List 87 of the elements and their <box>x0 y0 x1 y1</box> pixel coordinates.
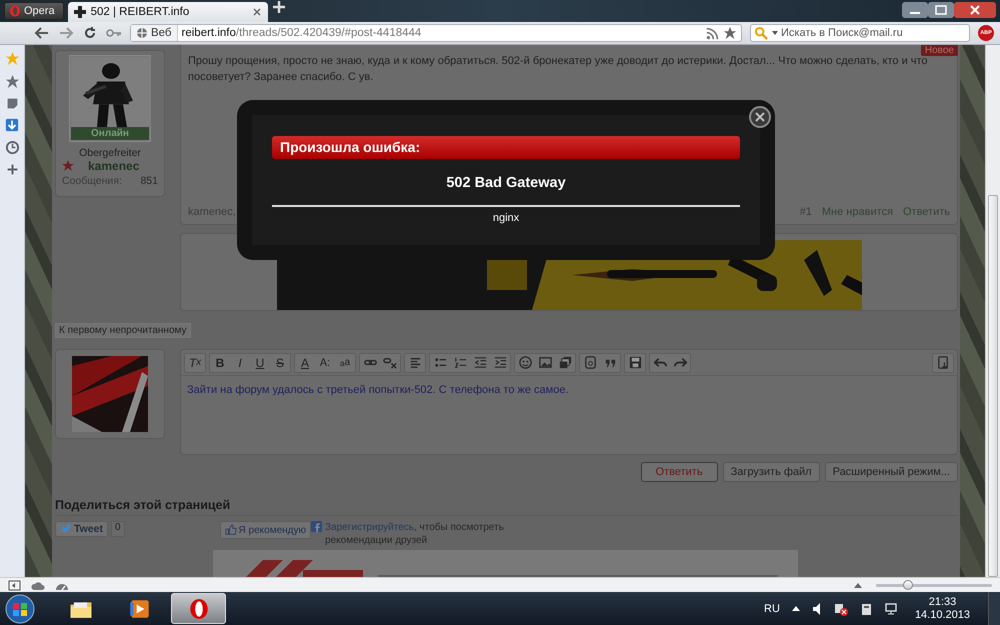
image-icon <box>538 355 552 370</box>
media-icon <box>558 355 572 370</box>
search-icon <box>754 26 769 40</box>
clock-date[interactable]: 14.10.2013 <box>914 608 970 622</box>
star-icon[interactable] <box>4 51 20 66</box>
size-button[interactable]: A: <box>315 354 335 372</box>
web-label: Веб <box>151 27 172 39</box>
indent-icon <box>492 355 508 370</box>
close-icon[interactable] <box>252 7 262 17</box>
bird-icon <box>60 524 72 534</box>
search-input[interactable]: Искать в Поиск@mail.ru <box>781 27 966 39</box>
tweet-button[interactable]: Tweet <box>55 521 108 537</box>
facebook-note: Зарегистрируйтесь, чтобы посмотреть рекомендации друзей <box>325 521 505 547</box>
star-icon[interactable] <box>723 26 737 40</box>
forward-icon[interactable] <box>58 25 74 41</box>
clipboard-icon[interactable] <box>860 602 873 616</box>
opera-menu-button[interactable]: Opera <box>4 2 64 20</box>
document-icon <box>936 355 950 370</box>
globe-icon <box>136 27 148 39</box>
form-button[interactable]: Расширенный режим... <box>824 462 958 482</box>
caret-icon[interactable] <box>792 606 800 611</box>
rss-icon[interactable] <box>706 26 719 40</box>
post-action-link[interactable]: Мне нравится <box>822 206 893 218</box>
plus-icon[interactable] <box>6 163 18 176</box>
note-icon[interactable] <box>6 97 18 110</box>
underline-button[interactable]: U <box>250 354 270 372</box>
cross-icon <box>74 6 86 18</box>
save-icon <box>628 355 642 370</box>
smiley-icon <box>518 355 532 370</box>
italic-button[interactable]: I <box>230 354 250 372</box>
message-text: Зайти на форум удалось с третьей попытки-502. С телефона то же самое. <box>186 383 570 398</box>
server-name: nginx <box>492 212 520 224</box>
recommend-button[interactable]: Я рекомендую <box>220 521 312 539</box>
error-heading: 502 Bad Gateway <box>446 175 566 191</box>
scrollbar[interactable] <box>985 45 1000 577</box>
outdent-icon <box>472 355 488 370</box>
maximize-icon[interactable] <box>928 2 954 18</box>
register-link[interactable]: Зарегистрируйтесь <box>325 522 414 533</box>
minimize-icon[interactable] <box>902 2 928 18</box>
user-rank: Obergefreiter <box>79 147 141 159</box>
network-icon[interactable] <box>834 602 848 616</box>
online-status: Онлайн <box>71 127 149 140</box>
facebook-icon <box>311 521 322 532</box>
new-badge: Новое <box>920 45 958 56</box>
back-icon[interactable] <box>34 25 50 41</box>
speaker-icon[interactable] <box>812 602 822 616</box>
clock-time[interactable]: 21:33 <box>928 596 956 608</box>
numbers-icon <box>452 355 468 370</box>
star-icon <box>62 160 74 172</box>
form-button[interactable]: Ответить <box>640 462 718 482</box>
language-indicator[interactable]: RU <box>764 602 780 614</box>
form-button[interactable]: Загрузить файл <box>722 462 820 482</box>
error-title: Произошла ошибка: <box>272 136 740 159</box>
cloud-icon[interactable] <box>31 580 45 590</box>
first-unread-link[interactable]: К первому непрочитанному <box>55 323 190 338</box>
caret-icon[interactable] <box>772 31 778 35</box>
panel-icon[interactable] <box>8 580 21 590</box>
reload-icon[interactable] <box>82 25 98 41</box>
bold-button[interactable]: B <box>210 354 230 372</box>
post-action-link[interactable]: Ответить <box>902 206 950 218</box>
messages-count: 851 <box>140 175 158 187</box>
slider-thumb[interactable] <box>903 580 914 590</box>
share-heading: Поделиться этой страницей <box>55 498 958 516</box>
strike-button[interactable]: S <box>270 354 290 372</box>
media-player-icon <box>128 598 152 620</box>
clock-icon[interactable] <box>4 140 20 155</box>
thumbs-up-icon <box>224 524 237 536</box>
zoom-slider[interactable] <box>876 580 992 590</box>
close-icon[interactable] <box>954 2 996 18</box>
close-icon[interactable] <box>749 106 771 128</box>
monitor-icon[interactable] <box>884 602 897 615</box>
opera-logo-icon <box>9 5 21 17</box>
post-text: Прошу прощения, просто не знаю, куда и к кому обратиться. 502-й бронекатер уже доводит до истерики. Достал... Что можно сделать, кто и что посоветует? Заранее спасибо. С ув. <box>188 54 929 85</box>
address-field[interactable]: Веб reibert.info/threads/502.420439/#post-4418444 <box>130 24 742 42</box>
code-icon <box>582 355 598 370</box>
url-text: reibert.info/threads/502.420439/#post-4418444 <box>182 27 422 39</box>
start-icon[interactable] <box>5 594 35 624</box>
color-button[interactable]: A <box>295 354 315 372</box>
username-link[interactable]: kamenec <box>88 159 140 173</box>
tweet-count: 0 <box>110 521 125 537</box>
tab-title: 502 | REIBERT.info <box>90 6 190 18</box>
download-icon[interactable] <box>5 118 19 132</box>
search-field[interactable]: Искать в Поиск@mail.ru <box>750 24 970 42</box>
unlink-icon <box>382 355 398 370</box>
browser-tab[interactable]: 502 | REIBERT.info <box>68 2 268 22</box>
site-info-button[interactable]: Веб <box>131 25 178 41</box>
star-icon[interactable] <box>4 74 20 89</box>
